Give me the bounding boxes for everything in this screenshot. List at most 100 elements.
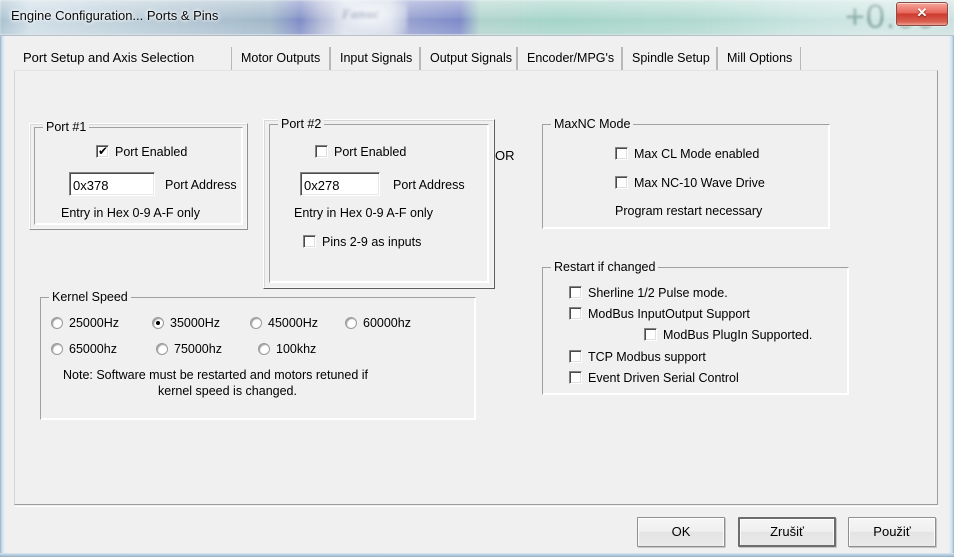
radio-label: 60000hz <box>363 316 411 330</box>
cancel-button-label: Zrušiť <box>770 524 804 539</box>
ok-button[interactable]: OK <box>637 517 725 547</box>
title-bar: Fanuc +0.00 Engine Configuration... Port… <box>0 0 954 36</box>
radio-label: 25000Hz <box>69 316 120 330</box>
radio-circle <box>152 317 164 329</box>
tab-spindle-setup[interactable]: Spindle Setup <box>622 47 717 71</box>
port1-address-input[interactable] <box>69 172 155 196</box>
maxnc-group-title: MaxNC Mode <box>551 117 634 131</box>
port2-group-title: Port #2 <box>278 117 325 131</box>
radio-label: 45000Hz <box>268 316 319 330</box>
maxnc-cl-mode-label: Max CL Mode enabled <box>634 147 760 161</box>
tab-label: Output Signals <box>430 51 512 65</box>
tab-motor-outputs[interactable]: Motor Outputs <box>231 47 330 71</box>
restart-event-driven-serial-checkbox[interactable]: Event Driven Serial Control <box>569 371 739 386</box>
tab-label: Input Signals <box>340 51 413 65</box>
restart-group-title: Restart if changed <box>551 260 659 274</box>
maxnc-wave-drive-checkbox[interactable]: Max NC-10 Wave Drive <box>615 176 765 191</box>
radio-label: 35000Hz <box>170 316 221 330</box>
checkmark-icon: ✔ <box>98 144 109 158</box>
port1-enabled-checkbox[interactable]: ✔ Port Enabled <box>96 145 187 160</box>
port1-group-title: Port #1 <box>43 120 90 134</box>
kernel-speed-radio-60000hz[interactable]: 60000hz <box>345 316 411 331</box>
restart-item-label: Event Driven Serial Control <box>588 371 739 385</box>
radio-circle <box>345 317 357 329</box>
tab-label: Motor Outputs <box>241 51 321 65</box>
tab-port-setup-and-axis-selection[interactable]: Port Setup and Axis Selection <box>14 45 226 71</box>
checkbox-box <box>315 145 328 158</box>
port1-address-label: Port Address <box>165 178 237 192</box>
close-icon: ✕ <box>916 5 928 20</box>
checkbox-box <box>569 350 582 363</box>
kernel-speed-radio-75000hz[interactable]: 75000hz <box>156 342 222 357</box>
port2-pins-inputs-checkbox[interactable]: Pins 2-9 as inputs <box>303 235 421 250</box>
checkbox-box <box>569 371 582 384</box>
radio-circle <box>51 343 63 355</box>
port1-enabled-label: Port Enabled <box>115 145 188 159</box>
checkbox-box <box>569 307 582 320</box>
cancel-button[interactable]: Zrušiť <box>738 517 836 547</box>
maxnc-note: Program restart necessary <box>615 204 763 218</box>
radio-circle <box>258 343 270 355</box>
port2-enabled-checkbox[interactable]: Port Enabled <box>315 145 406 160</box>
window-border-bottom <box>0 553 954 557</box>
tab-panel-shadow <box>15 506 939 507</box>
kernel-speed-note-line1: Note: Software must be restarted and mot… <box>63 368 369 382</box>
kernel-speed-radio-35000hz[interactable]: 35000Hz <box>152 316 220 331</box>
restart-modbus-io-checkbox[interactable]: ModBus InputOutput Support <box>569 307 750 322</box>
port2-pins-label: Pins 2-9 as inputs <box>322 235 422 249</box>
tab-label: Encoder/MPG's <box>527 51 615 65</box>
port1-hex-hint: Entry in Hex 0-9 A-F only <box>61 206 200 220</box>
apply-button-label: Použiť <box>873 524 911 539</box>
radio-label: 75000hz <box>174 342 222 356</box>
port2-address-input[interactable] <box>300 172 380 196</box>
restart-tcp-modbus-checkbox[interactable]: TCP Modbus support <box>569 350 706 365</box>
port2-hex-hint: Entry in Hex 0-9 A-F only <box>294 206 433 220</box>
tab-strip: Port Setup and Axis Selection Motor Outp… <box>14 45 938 72</box>
window-border-right <box>949 36 954 557</box>
restart-item-label: TCP Modbus support <box>588 350 706 364</box>
tab-label: Spindle Setup <box>632 51 710 65</box>
tab-mill-options[interactable]: Mill Options <box>717 47 801 71</box>
kernel-speed-radio-45000hz[interactable]: 45000Hz <box>250 316 318 331</box>
checkbox-box <box>615 176 628 189</box>
restart-modbus-plugin-checkbox[interactable]: ModBus PlugIn Supported. <box>644 328 812 343</box>
checkbox-box <box>615 147 628 160</box>
port2-address-label: Port Address <box>393 178 465 192</box>
checkbox-box <box>569 286 582 299</box>
tab-encoder-mpgs[interactable]: Encoder/MPG's <box>517 47 622 71</box>
radio-circle <box>156 343 168 355</box>
apply-button[interactable]: Použiť <box>848 517 936 547</box>
port2-enabled-label: Port Enabled <box>334 145 407 159</box>
restart-item-label: ModBus PlugIn Supported. <box>663 328 813 342</box>
maxnc-wave-drive-label: Max NC-10 Wave Drive <box>634 176 765 190</box>
kernel-speed-radio-25000hz[interactable]: 25000Hz <box>51 316 119 331</box>
radio-label: 65000hz <box>69 342 117 356</box>
close-button[interactable]: ✕ <box>896 2 948 26</box>
checkbox-box: ✔ <box>96 145 109 158</box>
background-ghost-text: Fanuc <box>342 6 380 21</box>
radio-label: 100khz <box>276 342 317 356</box>
radio-circle <box>250 317 262 329</box>
kernel-speed-group-title: Kernel Speed <box>49 290 131 304</box>
radio-dot <box>156 321 160 325</box>
dialog-window: Fanuc +0.00 Engine Configuration... Port… <box>0 0 954 557</box>
kernel-speed-note-line2: kernel speed is changed. <box>158 384 297 398</box>
tab-input-signals[interactable]: Input Signals <box>330 47 420 71</box>
kernel-speed-radio-65000hz[interactable]: 65000hz <box>51 342 117 357</box>
tab-label: Mill Options <box>727 51 793 65</box>
tab-output-signals[interactable]: Output Signals <box>420 47 517 71</box>
tab-panel-port-setup: Port #1 ✔ Port Enabled Port Address Entry… <box>14 70 938 505</box>
radio-circle <box>51 317 63 329</box>
ok-button-label: OK <box>671 524 691 539</box>
restart-sherline-pulse-checkbox[interactable]: Sherline 1/2 Pulse mode. <box>569 286 728 301</box>
or-label: OR <box>495 148 515 163</box>
checkbox-box <box>303 235 316 248</box>
tab-label: Port Setup and Axis Selection <box>23 50 195 65</box>
restart-item-label: Sherline 1/2 Pulse mode. <box>588 286 728 300</box>
checkbox-box <box>644 328 657 341</box>
maxnc-cl-mode-checkbox[interactable]: Max CL Mode enabled <box>615 147 759 162</box>
window-title: Engine Configuration... Ports & Pins <box>11 8 219 23</box>
restart-item-label: ModBus InputOutput Support <box>588 307 750 321</box>
dialog-client-area: Port Setup and Axis Selection Motor Outp… <box>5 36 949 553</box>
kernel-speed-radio-100khz[interactable]: 100khz <box>258 342 316 357</box>
